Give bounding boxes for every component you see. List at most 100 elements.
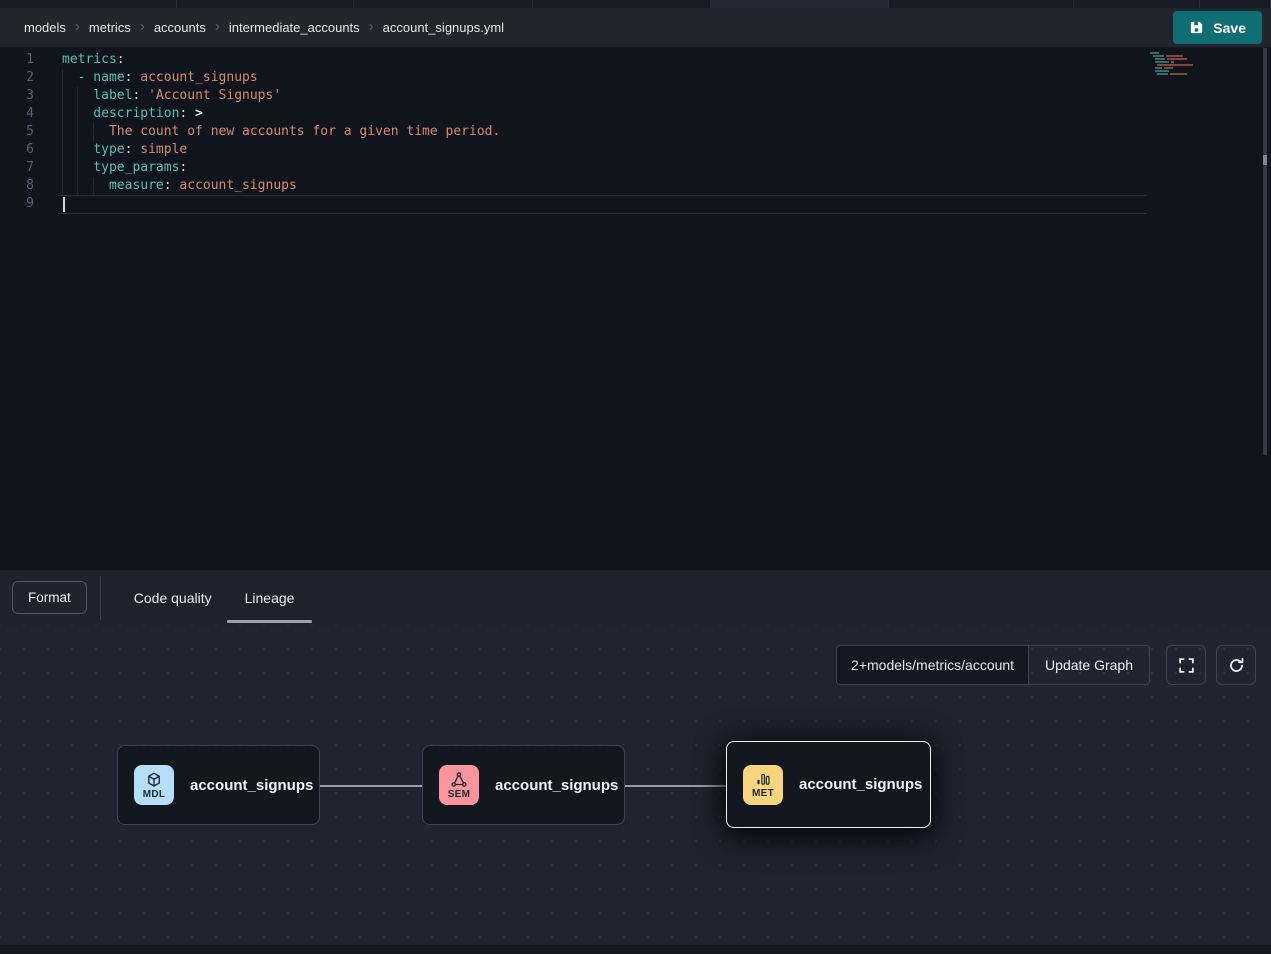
node-type-label: SEM bbox=[448, 790, 471, 800]
indent-guide-icon bbox=[93, 123, 94, 141]
line-number: 4 bbox=[0, 105, 34, 123]
indent-guide-icon bbox=[62, 123, 63, 141]
metric-chart-icon bbox=[754, 770, 772, 788]
code-token: 'Account Signups' bbox=[140, 88, 281, 103]
editor-tab-stub-3[interactable] bbox=[354, 0, 533, 8]
code-token: simple bbox=[132, 142, 187, 157]
line-number: 6 bbox=[0, 141, 34, 159]
breadcrumb-separator-icon: › bbox=[369, 19, 374, 34]
node-name-label: account_signups bbox=[495, 777, 618, 794]
breadcrumb-item[interactable]: accounts bbox=[154, 20, 206, 35]
minimap-line bbox=[1150, 52, 1212, 54]
tab-lineage[interactable]: Lineage bbox=[245, 570, 295, 625]
line-content: The count of new accounts for a given ti… bbox=[62, 123, 500, 141]
format-button[interactable]: Format bbox=[12, 581, 87, 614]
node-name-label: account_signups bbox=[190, 777, 313, 794]
indent-guide-icon bbox=[93, 177, 94, 195]
breadcrumb-item[interactable]: models bbox=[24, 20, 66, 35]
indent-guide-icon bbox=[77, 123, 78, 141]
indent-guide-icon bbox=[62, 105, 63, 123]
node-type-badge: MDL bbox=[134, 765, 174, 805]
minimap-segment bbox=[1155, 67, 1162, 69]
breadcrumb-item[interactable]: account_signups.yml bbox=[383, 20, 504, 35]
indent-guide-icon bbox=[62, 159, 63, 177]
save-floppy-icon bbox=[1189, 20, 1204, 35]
editor-tab-stub-row bbox=[0, 0, 1271, 8]
line-number: 8 bbox=[0, 177, 34, 195]
indent-guide-icon bbox=[77, 87, 78, 105]
breadcrumb-separator-icon: › bbox=[75, 19, 80, 34]
code-token: - name bbox=[62, 70, 125, 85]
editor-tab-stub-4[interactable] bbox=[533, 0, 711, 8]
text-cursor bbox=[63, 197, 65, 212]
fullscreen-button[interactable] bbox=[1166, 645, 1206, 685]
editor-tab-stub-5[interactable] bbox=[711, 0, 889, 8]
breadcrumb-item[interactable]: intermediate_accounts bbox=[229, 20, 360, 35]
refresh-button[interactable] bbox=[1216, 645, 1256, 685]
lineage-node-mdl[interactable]: MDL account_signups bbox=[117, 745, 320, 825]
editor-scrollbar-marker bbox=[1263, 155, 1267, 165]
code-token: metrics bbox=[62, 52, 117, 67]
node-type-badge: MET bbox=[743, 765, 783, 805]
tab-code-quality[interactable]: Code quality bbox=[134, 570, 212, 625]
line-number: 5 bbox=[0, 123, 34, 141]
semantic-model-icon bbox=[450, 771, 468, 789]
indent-guide-icon bbox=[62, 69, 63, 87]
fullscreen-icon bbox=[1178, 657, 1195, 674]
lineage-edge bbox=[625, 785, 727, 787]
save-button[interactable]: Save bbox=[1173, 11, 1262, 44]
minimap-segment bbox=[1164, 67, 1173, 69]
update-graph-button[interactable]: Update Graph bbox=[1028, 645, 1150, 685]
line-number: 7 bbox=[0, 159, 34, 177]
editor-tab-stub-1[interactable] bbox=[0, 0, 177, 8]
minimap-line bbox=[1155, 70, 1212, 72]
breadcrumb-item[interactable]: metrics bbox=[89, 20, 131, 35]
minimap-segment bbox=[1155, 61, 1169, 63]
indent-guide-icon bbox=[62, 177, 63, 195]
editor-scrollbar[interactable] bbox=[1263, 48, 1267, 455]
line-number: 9 bbox=[0, 195, 34, 214]
minimap-segment bbox=[1150, 52, 1159, 54]
code-editor[interactable]: 1metrics:2 - name: account_signups3 labe… bbox=[0, 48, 1271, 570]
code-line: 1metrics: bbox=[0, 51, 1147, 69]
lineage-node-met[interactable]: MET account_signups bbox=[726, 741, 931, 828]
minimap-segment bbox=[1167, 58, 1187, 60]
editor-tab-stub-8[interactable] bbox=[1200, 0, 1271, 8]
line-content: label: 'Account Signups' bbox=[62, 87, 281, 105]
code-line: 4 description: > bbox=[0, 105, 1147, 123]
bottom-panel: Format Code quality Lineage Update Graph bbox=[0, 570, 1271, 954]
editor-tab-stub-2[interactable] bbox=[177, 0, 354, 8]
line-content: metrics: bbox=[62, 51, 125, 69]
lineage-node-sem[interactable]: SEM account_signups bbox=[422, 745, 625, 825]
editor-tab-stub-7[interactable] bbox=[1074, 0, 1200, 8]
save-button-label: Save bbox=[1213, 20, 1246, 36]
lineage-controls: Update Graph bbox=[836, 645, 1256, 685]
file-header-bar: models › metrics › accounts › intermediate_acc… bbox=[0, 8, 1271, 48]
lineage-selector-input[interactable] bbox=[836, 645, 1028, 685]
refresh-icon bbox=[1228, 657, 1245, 674]
editor-tab-stub-6[interactable] bbox=[889, 0, 1074, 8]
code-lines: 1metrics:2 - name: account_signups3 labe… bbox=[0, 51, 1147, 214]
code-token: type bbox=[62, 142, 125, 157]
breadcrumb: models › metrics › accounts › intermediate_acc… bbox=[24, 20, 504, 35]
code-line: 8 measure: account_signups bbox=[0, 177, 1147, 195]
lineage-canvas[interactable]: Update Graph bbox=[0, 625, 1271, 945]
breadcrumb-separator-icon: › bbox=[215, 19, 220, 34]
minimap[interactable] bbox=[1150, 52, 1212, 76]
minimap-line bbox=[1157, 64, 1212, 66]
code-token: account_signups bbox=[132, 70, 257, 85]
code-token: > bbox=[187, 106, 203, 121]
code-token: : bbox=[179, 160, 187, 175]
code-token: : bbox=[117, 52, 125, 67]
minimap-segment bbox=[1157, 64, 1193, 66]
minimap-segment bbox=[1155, 58, 1165, 60]
node-type-label: MDL bbox=[143, 790, 166, 800]
code-token: label bbox=[62, 88, 132, 103]
panel-tab-bar: Format Code quality Lineage bbox=[0, 570, 1271, 625]
indent-guide-icon bbox=[77, 105, 78, 123]
minimap-segment bbox=[1157, 73, 1168, 75]
indent-guide-icon bbox=[62, 141, 63, 159]
node-name-label: account_signups bbox=[799, 776, 922, 793]
minimap-segment bbox=[1155, 70, 1169, 72]
minimap-segment bbox=[1153, 55, 1164, 57]
